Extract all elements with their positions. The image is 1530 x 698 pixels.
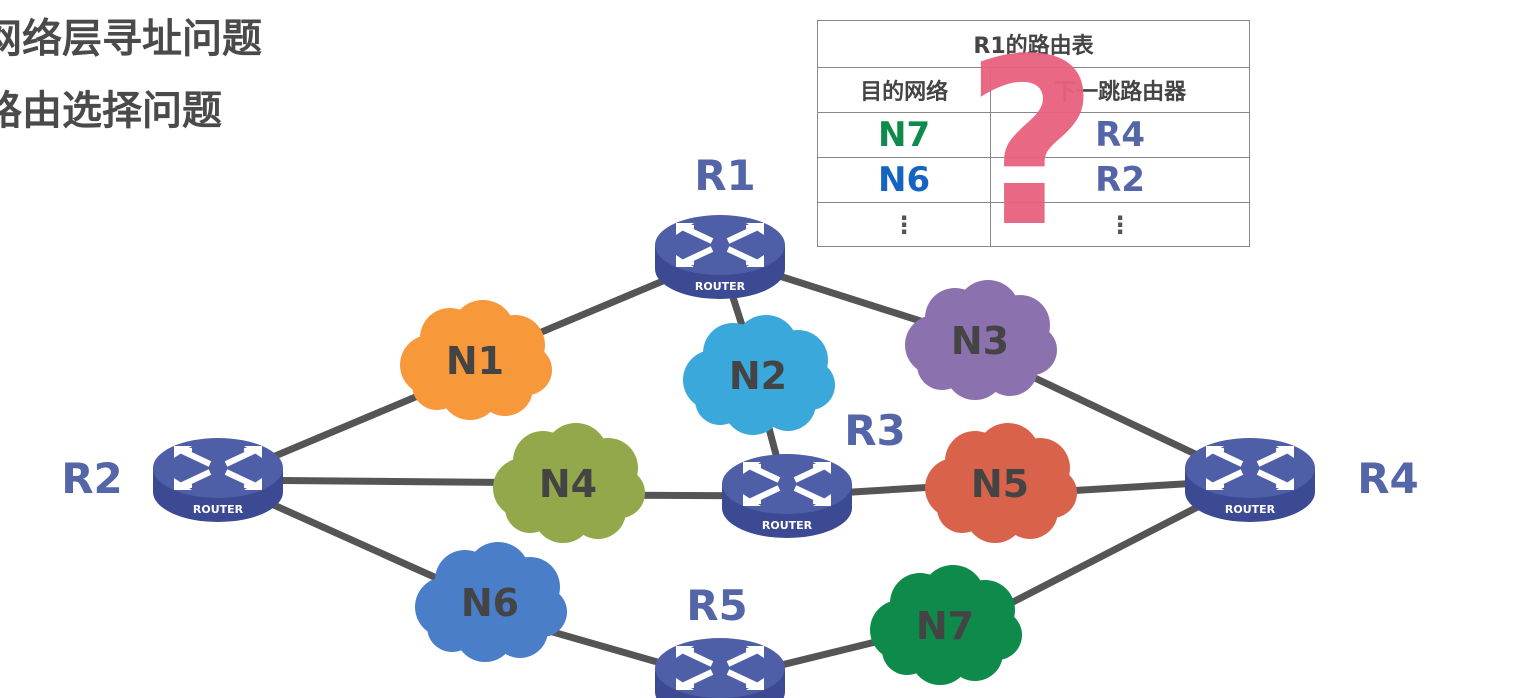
- question-mark-icon: ?: [965, 11, 1099, 278]
- router-label: R3: [844, 406, 906, 455]
- network-cloud-N1: N1: [400, 300, 552, 420]
- network-label: N1: [446, 339, 504, 383]
- network-label: N4: [539, 462, 597, 506]
- router-R1: ROUTER: [655, 215, 785, 299]
- network-cloud-N4: N4: [493, 423, 645, 543]
- router-label: R4: [1357, 454, 1419, 503]
- router-label: R1: [694, 151, 756, 200]
- network-diagram: N1 N2 N3 N4 N5 N6 N7 ROUTER R1 ROUTER R2 ROUTER R3 RO…: [61, 151, 1419, 698]
- network-cloud-N2: N2: [683, 315, 835, 435]
- network-cloud-N5: N5: [925, 423, 1077, 543]
- network-cloud-N7: N7: [870, 565, 1022, 685]
- router-R3: ROUTER: [722, 454, 852, 538]
- router-R5: ROUTER: [655, 638, 785, 698]
- router-badge: ROUTER: [695, 280, 746, 293]
- network-cloud-N6: N6: [415, 542, 567, 662]
- network-label: N3: [951, 319, 1009, 363]
- router-R2: ROUTER: [153, 438, 283, 522]
- network-label: N7: [916, 604, 974, 648]
- network-cloud-N3: N3: [905, 280, 1057, 400]
- router-badge: ROUTER: [1225, 503, 1276, 516]
- router-badge: ROUTER: [193, 503, 244, 516]
- network-label: N6: [461, 581, 519, 625]
- router-label: R2: [61, 454, 123, 503]
- router-badge: ROUTER: [762, 519, 813, 532]
- network-label: N5: [971, 462, 1029, 506]
- router-label: R5: [686, 581, 748, 630]
- router-R4: ROUTER: [1185, 438, 1315, 522]
- network-label: N2: [729, 354, 787, 398]
